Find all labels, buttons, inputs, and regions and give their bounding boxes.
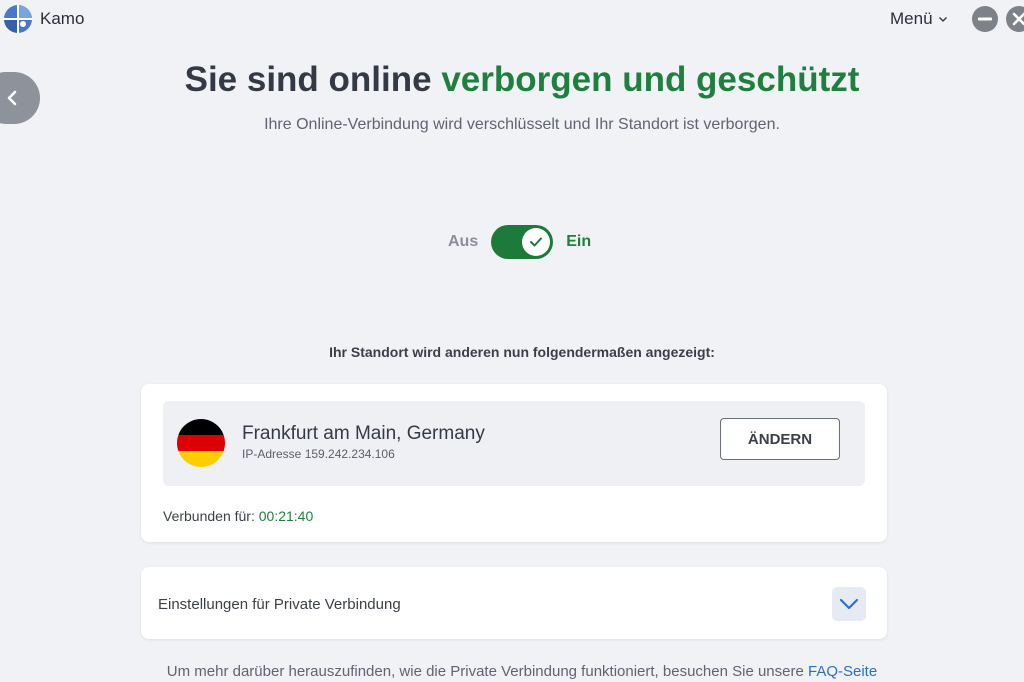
germany-flag-icon xyxy=(177,419,225,467)
minimize-button[interactable] xyxy=(972,6,998,32)
check-icon xyxy=(530,237,543,247)
kamo-app-window: Kamo Menü Sie sind online verborgen und … xyxy=(0,0,1024,682)
footer-note: Um mehr darüber herauszufinden, wie die … xyxy=(0,663,1024,680)
page-title: Sie sind online verborgen und geschützt xyxy=(0,60,1024,100)
toggle-off-label: Aus xyxy=(448,233,479,250)
toggle-on-label: Ein xyxy=(566,233,592,250)
menu-label: Menü xyxy=(890,9,933,28)
minimize-icon xyxy=(978,17,992,21)
connected-time: 00:21:40 xyxy=(258,508,314,524)
title-part-plain: Sie sind online xyxy=(184,60,442,99)
connected-duration: Verbunden für: 00:21:40 xyxy=(163,508,313,524)
page-subtitle: Ihre Online-Verbindung wird verschlüssel… xyxy=(264,116,780,133)
footer-text: Um mehr darüber herauszufinden, wie die … xyxy=(166,663,808,680)
location-card: Frankfurt am Main, Germany IP-Adresse 15… xyxy=(141,384,887,542)
menu-button[interactable]: Menü xyxy=(890,9,948,29)
toggle-knob xyxy=(522,228,551,256)
connection-toggle[interactable] xyxy=(491,225,554,259)
chevron-down-icon xyxy=(839,598,859,610)
app-name: Kamo xyxy=(40,9,85,28)
expand-settings-button[interactable] xyxy=(832,587,866,621)
connection-toggle-row: Aus Ein xyxy=(448,225,591,259)
change-location-button[interactable]: ÄNDERN xyxy=(720,418,840,460)
close-button[interactable] xyxy=(1006,6,1024,32)
kamo-logo-icon xyxy=(4,5,32,33)
close-icon xyxy=(1012,12,1024,26)
settings-label: Einstellungen für Private Verbindung xyxy=(158,596,401,613)
faq-link[interactable]: FAQ-Seite xyxy=(808,663,877,680)
chevron-down-icon xyxy=(938,17,947,22)
location-panel: Frankfurt am Main, Germany IP-Adresse 15… xyxy=(163,401,865,486)
title-part-green: verborgen und geschützt xyxy=(441,60,860,99)
ip-address: IP-Adresse 159.242.234.106 xyxy=(242,447,395,461)
title-bar: Kamo Menü xyxy=(0,0,1024,38)
location-city: Frankfurt am Main, Germany xyxy=(242,423,485,444)
private-connection-settings[interactable]: Einstellungen für Private Verbindung xyxy=(141,567,887,639)
connected-label: Verbunden für: xyxy=(163,508,259,524)
location-intro: Ihr Standort wird anderen nun folgenderm… xyxy=(329,344,715,360)
